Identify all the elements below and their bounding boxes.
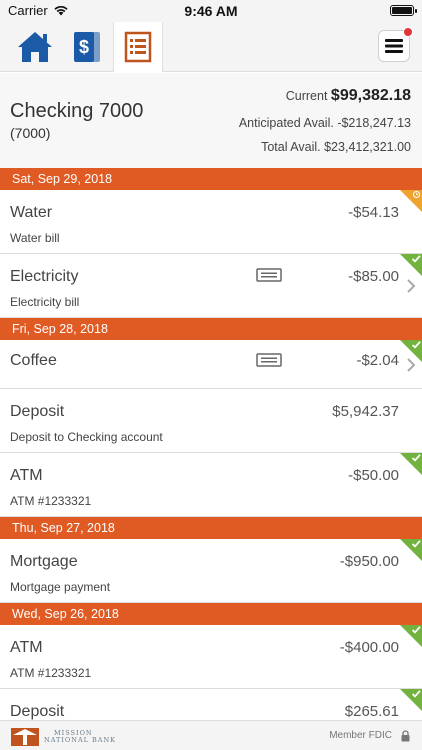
anticipated-balance: Anticipated Avail. -$218,247.13 (239, 116, 411, 130)
check-icon (411, 454, 421, 462)
transaction-description: ATM (10, 639, 43, 656)
transaction-row[interactable]: Electricity Electricity bill -$85.00 (0, 254, 422, 318)
menu-button[interactable] (378, 27, 413, 62)
transaction-amount: -$2.04 (356, 352, 399, 369)
transaction-amount: -$85.00 (348, 268, 399, 285)
transaction-memo: Water bill (10, 231, 60, 245)
check-icon (411, 255, 421, 263)
transaction-row[interactable]: Coffee -$2.04 (0, 340, 422, 389)
transaction-memo: Electricity bill (10, 295, 80, 309)
svg-text:$: $ (79, 37, 89, 57)
date-header: Wed, Sep 26, 2018 (0, 603, 422, 625)
transaction-row[interactable]: ATM ATM #1233321 -$50.00 (0, 453, 422, 517)
transaction-row[interactable]: ATM ATM #1233321 -$400.00 (0, 625, 422, 689)
current-value: $99,382.18 (330, 87, 411, 104)
transaction-description: ATM (10, 467, 43, 484)
hamburger-icon (385, 39, 403, 53)
check-icon (411, 341, 421, 349)
fdic-label: Member FDIC (329, 730, 392, 741)
notification-badge (403, 27, 413, 37)
total-balance: Total Avail. $23,412,321.00 (261, 140, 411, 154)
footer: MISSION NATIONAL BANK Member FDIC (0, 720, 422, 750)
total-label: Total Avail. (261, 140, 321, 154)
transaction-memo: ATM #1233321 (10, 494, 92, 508)
note-icon[interactable] (256, 353, 282, 367)
chevron-right-icon[interactable] (406, 358, 416, 372)
tab-home[interactable] (10, 22, 60, 72)
transaction-row[interactable]: Water Water bill -$54.13 (0, 190, 422, 254)
bank-name: MISSION NATIONAL BANK (44, 730, 116, 744)
transaction-list[interactable]: Sat, Sep 29, 2018 Water Water bill -$54.… (0, 168, 422, 720)
check-icon (411, 540, 421, 548)
clock-icon (413, 191, 420, 198)
transaction-description: Deposit (10, 403, 65, 420)
anticipated-label: Anticipated Avail. (238, 116, 334, 130)
transaction-description: Coffee (10, 352, 57, 369)
account-name: Checking 7000 (10, 100, 144, 122)
status-bar: Carrier 9:46 AM (0, 0, 422, 22)
anticipated-value: -$218,247.13 (337, 116, 411, 130)
transaction-description: Mortgage (10, 553, 78, 570)
transaction-memo: ATM #1233321 (10, 666, 92, 680)
clock: 9:46 AM (184, 3, 238, 19)
tab-statement[interactable] (113, 22, 163, 72)
check-icon (411, 690, 421, 698)
transaction-amount: -$400.00 (339, 639, 399, 656)
current-label: Current (285, 89, 328, 103)
transaction-row[interactable]: Deposit $265.61 (0, 689, 422, 720)
tab-accounts[interactable]: $ (62, 22, 112, 72)
dollar-card-icon: $ (74, 32, 100, 62)
transaction-amount: $5,942.37 (332, 403, 399, 420)
transaction-row[interactable]: Mortgage Mortgage payment -$950.00 (0, 539, 422, 603)
transaction-amount: -$50.00 (348, 467, 399, 484)
date-header: Thu, Sep 27, 2018 (0, 517, 422, 539)
transaction-row[interactable]: Deposit Deposit to Checking account $5,9… (0, 389, 422, 453)
transaction-amount: -$54.13 (348, 204, 399, 221)
bank-logo-icon (11, 728, 39, 746)
transaction-memo: Deposit to Checking account (10, 430, 163, 444)
transaction-description: Electricity (10, 268, 79, 285)
bank-name-line2: NATIONAL BANK (44, 736, 117, 744)
document-list-icon (124, 31, 152, 63)
transaction-amount: -$950.00 (339, 553, 399, 570)
account-number: (7000) (10, 125, 51, 141)
date-header: Fri, Sep 28, 2018 (0, 318, 422, 340)
transaction-description: Deposit (10, 703, 65, 720)
transaction-memo: Mortgage payment (10, 580, 111, 594)
total-value: $23,412,321.00 (324, 140, 411, 154)
battery-icon (390, 5, 417, 16)
transaction-amount: $265.61 (344, 703, 399, 720)
note-icon[interactable] (256, 268, 282, 282)
top-nav: $ (0, 22, 422, 72)
transaction-description: Water (10, 204, 53, 221)
lock-icon (401, 730, 410, 742)
chevron-right-icon[interactable] (406, 279, 416, 293)
check-icon (411, 626, 421, 634)
house-icon (18, 32, 52, 62)
date-header: Sat, Sep 29, 2018 (0, 168, 422, 190)
current-balance: Current $99,382.18 (286, 87, 411, 105)
account-summary: Checking 7000 (7000) Current $99,382.18 … (0, 73, 422, 168)
